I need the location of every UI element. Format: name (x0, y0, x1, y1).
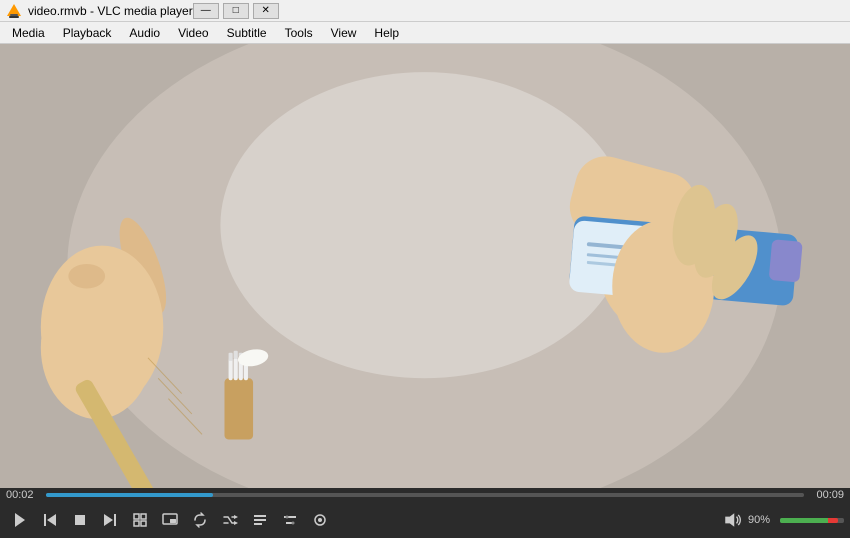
video-area[interactable] (0, 44, 850, 488)
fullscreen-toggle-button[interactable] (126, 506, 154, 534)
prev-button[interactable] (36, 506, 64, 534)
title-text: video.rmvb - VLC media player (28, 4, 193, 18)
video-frame (0, 44, 850, 488)
time-total: 00:09 (808, 489, 844, 501)
maximize-button[interactable]: □ (223, 3, 249, 19)
menu-audio[interactable]: Audio (121, 24, 168, 42)
volume-overfill (828, 518, 838, 523)
volume-area: 90% (720, 508, 844, 532)
minimize-button[interactable]: — (193, 3, 219, 19)
window-controls: — □ ✕ (193, 3, 279, 19)
pip-button[interactable] (156, 506, 184, 534)
progress-track[interactable] (46, 493, 804, 497)
volume-icon[interactable] (720, 508, 744, 532)
menu-tools[interactable]: Tools (277, 24, 321, 42)
vlc-icon (6, 3, 22, 19)
progress-fill (46, 493, 213, 497)
menu-bar: MediaPlaybackAudioVideoSubtitleToolsView… (0, 22, 850, 44)
extended-settings-button[interactable] (276, 506, 304, 534)
time-elapsed: 00:02 (6, 489, 42, 501)
play-button[interactable] (6, 506, 34, 534)
menu-video[interactable]: Video (170, 24, 216, 42)
volume-label: 90% (748, 514, 776, 526)
menu-subtitle[interactable]: Subtitle (219, 24, 275, 42)
controls-bar: 00:02 00:09 (0, 488, 850, 538)
progress-row: 00:02 00:09 (0, 488, 850, 502)
playlist-button[interactable] (246, 506, 274, 534)
record-button[interactable] (306, 506, 334, 534)
title-bar: video.rmvb - VLC media player — □ ✕ (0, 0, 850, 22)
random-button[interactable] (216, 506, 244, 534)
volume-fill (780, 518, 828, 523)
menu-view[interactable]: View (323, 24, 365, 42)
buttons-row: 90% (0, 502, 850, 538)
volume-track[interactable] (780, 518, 844, 523)
next-button[interactable] (96, 506, 124, 534)
menu-media[interactable]: Media (4, 24, 53, 42)
close-button[interactable]: ✕ (253, 3, 279, 19)
stop-button[interactable] (66, 506, 94, 534)
menu-playback[interactable]: Playback (55, 24, 120, 42)
loop-button[interactable] (186, 506, 214, 534)
menu-help[interactable]: Help (366, 24, 407, 42)
